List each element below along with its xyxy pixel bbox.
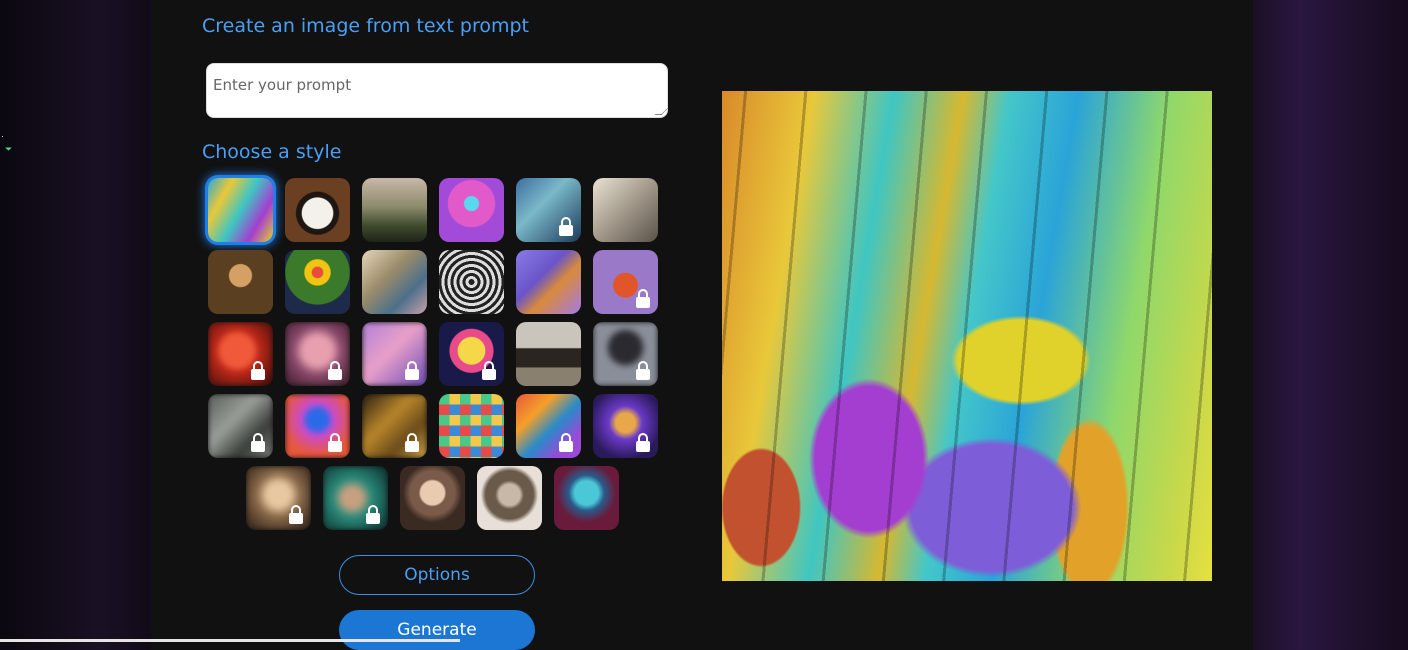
style-tile-teal-portrait[interactable]	[323, 466, 388, 530]
style-tile-pink-portrait[interactable]	[285, 322, 350, 386]
style-tile-fluid-swirl[interactable]	[516, 394, 581, 458]
style-tile-flowers[interactable]	[285, 250, 350, 314]
style-thumbnail	[400, 466, 465, 530]
page-title: Create an image from text prompt	[202, 15, 530, 37]
lock-icon	[636, 361, 650, 380]
generate-button[interactable]: Generate	[339, 610, 535, 650]
style-thumbnail	[439, 394, 504, 458]
style-row	[208, 394, 668, 458]
lock-icon	[405, 433, 419, 452]
style-thumbnail	[516, 322, 581, 386]
style-thumbnail	[208, 178, 273, 242]
style-thumbnail	[208, 250, 273, 314]
style-tile-steampunk-man[interactable]	[477, 466, 542, 530]
style-row	[208, 322, 668, 386]
lock-icon	[559, 433, 573, 452]
funnel-icon: ⏷	[5, 145, 13, 155]
style-row	[208, 250, 668, 314]
style-tile-pastel-portrait[interactable]	[362, 322, 427, 386]
style-tile-colorful-face[interactable]	[593, 394, 658, 458]
style-tile-fox[interactable]	[593, 250, 658, 314]
style-tile-landscape[interactable]	[362, 178, 427, 242]
generated-image-preview	[722, 91, 1212, 581]
style-tile-sketch-cup[interactable]	[439, 250, 504, 314]
style-tile-pop-art[interactable]	[439, 322, 504, 386]
lock-icon	[289, 505, 303, 524]
style-row	[208, 178, 668, 242]
generator-panel: Create an image from text prompt Enter y…	[151, 0, 1253, 650]
style-tile-icon-grid[interactable]	[439, 394, 504, 458]
prompt-input[interactable]: Enter your prompt	[206, 63, 668, 118]
style-tile-classic-woman[interactable]	[400, 466, 465, 530]
lock-icon	[559, 217, 573, 236]
style-thumbnail	[362, 250, 427, 314]
style-tile-ballet[interactable]	[362, 250, 427, 314]
style-thumbnail	[285, 250, 350, 314]
style-tile-golden-portrait[interactable]	[246, 466, 311, 530]
style-thumbnail	[516, 250, 581, 314]
style-tile-gold-scene[interactable]	[362, 394, 427, 458]
style-tile-misty-scene[interactable]	[593, 322, 658, 386]
lock-icon	[366, 505, 380, 524]
style-tile-portrait-woman[interactable]	[516, 178, 581, 242]
style-thumbnail	[554, 466, 619, 530]
style-tile-cyber-face[interactable]	[554, 466, 619, 530]
options-button[interactable]: Options	[339, 555, 535, 595]
style-tile-modern-house[interactable]	[516, 322, 581, 386]
style-thumbnail	[285, 178, 350, 242]
lock-icon	[251, 433, 265, 452]
style-thumbnail	[439, 250, 504, 314]
style-heading: Choose a style	[202, 141, 342, 163]
style-tile-neon-portrait[interactable]	[285, 394, 350, 458]
style-tile-panda[interactable]	[285, 178, 350, 242]
style-row	[208, 466, 668, 530]
lock-icon	[328, 433, 342, 452]
lock-icon	[405, 361, 419, 380]
lock-icon	[328, 361, 342, 380]
style-tile-vintage-sketch[interactable]	[593, 178, 658, 242]
lock-icon	[636, 289, 650, 308]
lock-icon	[636, 433, 650, 452]
style-tile-red-figure[interactable]	[208, 322, 273, 386]
side-dot	[2, 136, 3, 137]
style-thumbnail	[477, 466, 542, 530]
lock-icon	[482, 361, 496, 380]
style-tile-grey-abstract[interactable]	[208, 394, 273, 458]
style-thumbnail	[593, 178, 658, 242]
style-tile-robot[interactable]	[439, 178, 504, 242]
style-tile-mona-lisa[interactable]	[208, 250, 273, 314]
style-thumbnail	[439, 178, 504, 242]
style-thumbnail	[362, 178, 427, 242]
lock-icon	[251, 361, 265, 380]
style-tile-abstract-painting[interactable]	[208, 178, 273, 242]
style-grid	[208, 178, 668, 538]
style-tile-isometric-room[interactable]	[516, 250, 581, 314]
